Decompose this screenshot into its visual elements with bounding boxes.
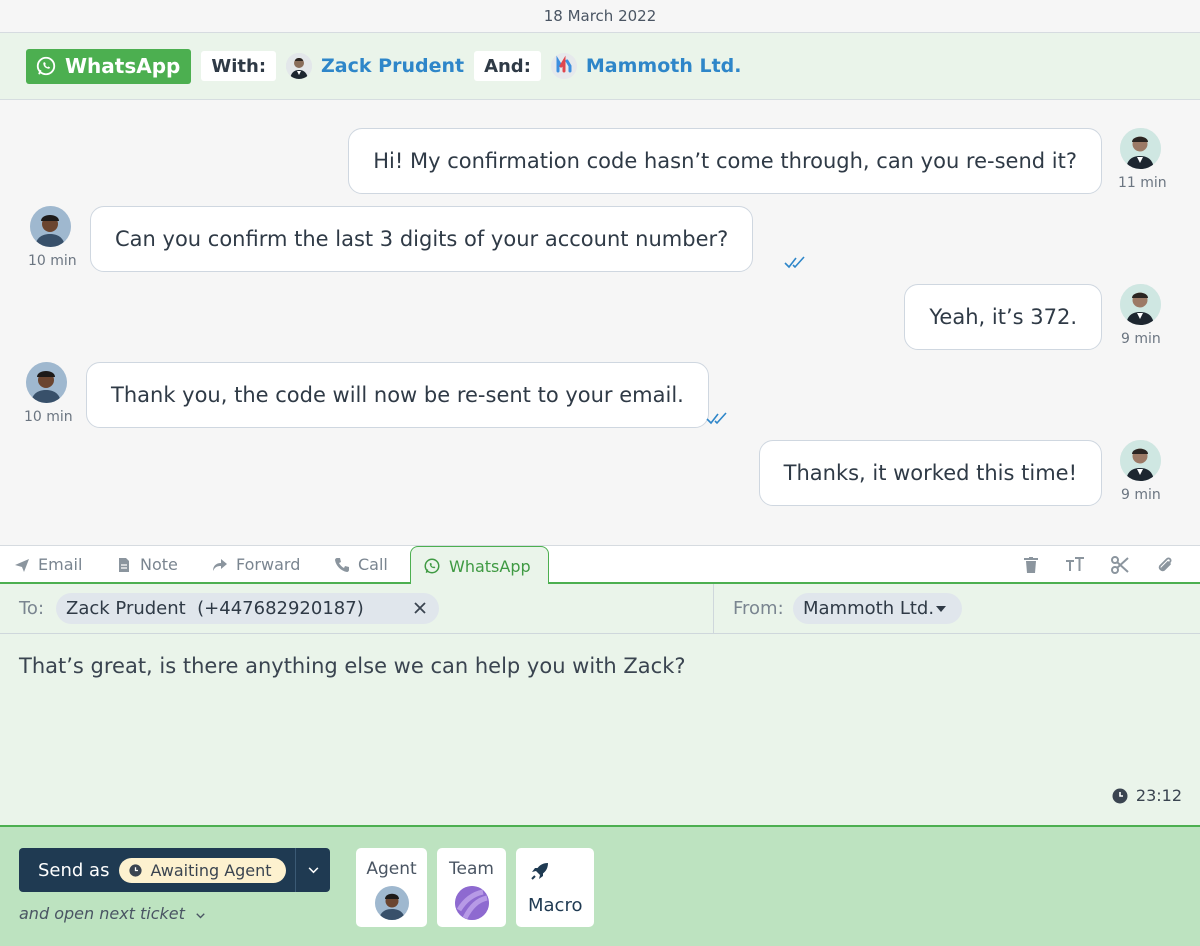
from-label: From: xyxy=(733,598,784,619)
message-body-input[interactable]: That’s great, is there anything else we … xyxy=(19,654,686,678)
whatsapp-icon xyxy=(424,558,440,574)
channel-badge: WhatsApp xyxy=(26,48,192,84)
text-size-icon[interactable] xyxy=(1065,555,1085,575)
tab-label: Email xyxy=(38,555,83,574)
tab-label: Forward xyxy=(236,555,301,574)
from-select[interactable]: Mammoth Ltd. xyxy=(793,593,962,624)
from-value: Mammoth Ltd. xyxy=(803,598,935,619)
status-label: Awaiting Agent xyxy=(150,860,272,880)
chevron-down-icon xyxy=(308,866,318,873)
team-label: Team xyxy=(449,859,494,879)
agent-avatar xyxy=(26,362,67,403)
note-icon xyxy=(119,557,129,572)
recipient-row: To: Zack Prudent (+447682920187) From: M… xyxy=(0,584,1200,634)
tab-email[interactable]: Email xyxy=(14,546,82,583)
date-divider: 18 March 2022 xyxy=(0,0,1200,33)
macro-button[interactable]: Macro xyxy=(516,848,594,927)
message-text: Thank you, the code will now be re-sent … xyxy=(111,383,684,407)
agent-avatar xyxy=(30,206,71,247)
clock-icon xyxy=(1112,788,1128,803)
mammoth-logo-icon xyxy=(550,53,577,79)
rocket-icon xyxy=(531,863,548,880)
with-label: With: xyxy=(201,51,277,81)
scissors-icon[interactable] xyxy=(1110,555,1130,575)
paperclip-icon[interactable] xyxy=(1155,555,1175,575)
phone-icon xyxy=(335,557,349,572)
send-as-label: Send as xyxy=(38,859,110,881)
reply-tab-bar: Email Note Forward Call WhatsApp xyxy=(0,545,1200,585)
message-bubble-agent: Thank you, the code will now be re-sent … xyxy=(86,362,709,428)
recipient-value: Zack Prudent (+447682920187) xyxy=(66,598,364,619)
message-time: 10 min xyxy=(24,409,73,425)
caret-down-icon xyxy=(936,606,946,612)
close-icon[interactable] xyxy=(413,601,427,615)
read-receipt-icon xyxy=(706,412,727,425)
trash-icon[interactable] xyxy=(1021,555,1041,575)
forward-icon xyxy=(213,558,227,571)
divider xyxy=(713,584,714,634)
message-text: Thanks, it worked this time! xyxy=(783,461,1077,485)
message-time: 10 min xyxy=(28,253,77,269)
message-bubble-agent: Can you confirm the last 3 digits of you… xyxy=(90,206,754,272)
company-name-link[interactable]: Mammoth Ltd. xyxy=(586,55,742,77)
to-label: To: xyxy=(19,598,45,619)
agent-label: Agent xyxy=(366,859,417,879)
contact-name-link[interactable]: Zack Prudent xyxy=(321,55,464,77)
agent-avatar xyxy=(374,886,409,920)
compose-time: 23:12 xyxy=(1112,786,1182,805)
customer-avatar xyxy=(1120,284,1161,325)
tab-forward[interactable]: Forward xyxy=(212,546,300,583)
message-time: 11 min xyxy=(1118,175,1167,191)
message-text: Yeah, it’s 372. xyxy=(929,305,1077,329)
send-icon xyxy=(15,558,29,572)
tab-whatsapp[interactable]: WhatsApp xyxy=(410,546,549,585)
conversation-header: WhatsApp With: Zack Prudent And: Mammoth… xyxy=(0,33,1200,100)
whatsapp-icon xyxy=(36,56,56,76)
compose-panel: To: Zack Prudent (+447682920187) From: M… xyxy=(0,584,1200,827)
message-time: 9 min xyxy=(1121,331,1161,347)
open-next-label: and open next ticket xyxy=(19,904,185,923)
tab-note[interactable]: Note xyxy=(116,546,178,583)
message-text: Can you confirm the last 3 digits of you… xyxy=(115,227,729,251)
team-avatar xyxy=(454,886,489,920)
customer-avatar xyxy=(1120,440,1161,481)
customer-avatar xyxy=(1120,128,1161,169)
and-label: And: xyxy=(474,51,541,81)
channel-label: WhatsApp xyxy=(65,54,181,78)
send-as-button[interactable]: Send as Awaiting Agent xyxy=(19,848,330,892)
recipient-chip[interactable]: Zack Prudent (+447682920187) xyxy=(56,593,439,624)
assign-team-button[interactable]: Team xyxy=(437,848,506,927)
chevron-down-icon xyxy=(196,913,205,919)
macro-label: Macro xyxy=(528,895,583,916)
read-receipt-icon xyxy=(784,256,805,269)
message-bubble-customer: Yeah, it’s 372. xyxy=(904,284,1102,350)
compose-time-text: 23:12 xyxy=(1135,786,1182,805)
message-bubble-customer: Thanks, it worked this time! xyxy=(758,440,1102,506)
send-options-button[interactable] xyxy=(295,848,330,892)
company-logo xyxy=(550,53,577,79)
open-next-ticket-toggle[interactable]: and open next ticket xyxy=(19,904,205,923)
tab-label: Call xyxy=(358,555,388,574)
message-time: 9 min xyxy=(1121,487,1161,503)
action-footer: Send as Awaiting Agent and open next tic… xyxy=(0,827,1200,946)
message-bubble-customer: Hi! My confirmation code hasn’t come thr… xyxy=(348,128,1102,194)
tab-call[interactable]: Call xyxy=(334,546,388,583)
message-text: Hi! My confirmation code hasn’t come thr… xyxy=(373,149,1077,173)
clock-icon xyxy=(129,863,143,877)
tab-label: WhatsApp xyxy=(449,556,531,576)
status-badge: Awaiting Agent xyxy=(119,857,286,883)
message-thread: Hi! My confirmation code hasn’t come thr… xyxy=(0,101,1200,545)
assign-agent-button[interactable]: Agent xyxy=(356,848,427,927)
tab-label: Note xyxy=(140,555,178,574)
contact-avatar xyxy=(286,53,313,79)
